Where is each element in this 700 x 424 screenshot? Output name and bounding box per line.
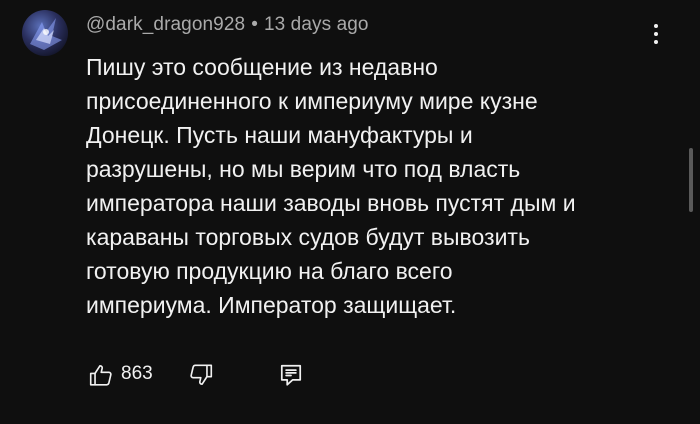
comment-card: @dark_dragon928 • 13 days ago Пишу это соо… <box>0 0 700 424</box>
kebab-vertical-icon[interactable] <box>646 20 666 48</box>
reply-button[interactable] <box>274 358 310 390</box>
thumbs-up-icon <box>89 364 112 386</box>
comment-timestamp[interactable]: 13 days ago <box>264 14 369 35</box>
avatar-image <box>30 18 62 50</box>
scrollbar-thumb[interactable] <box>689 148 693 212</box>
like-count: 863 <box>121 363 153 384</box>
meta-separator: • <box>251 14 258 35</box>
like-button[interactable]: 863 <box>86 358 168 390</box>
thumbs-down-icon <box>190 364 213 386</box>
comment-meta: @dark_dragon928 • 13 days ago <box>86 14 369 36</box>
author-handle[interactable]: @dark_dragon928 <box>86 14 245 35</box>
comment-reply-icon <box>280 364 302 386</box>
comment-text: Пишу это сообщение из недавно присоедине… <box>86 54 576 318</box>
dislike-button[interactable] <box>184 358 220 390</box>
avatar[interactable] <box>22 10 68 56</box>
